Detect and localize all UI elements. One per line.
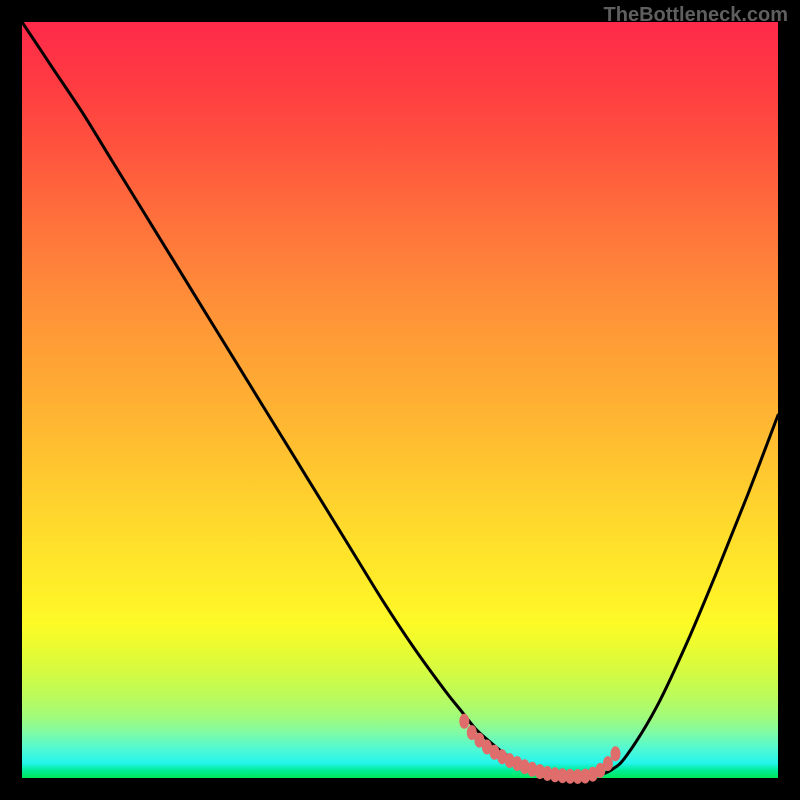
chart-svg (22, 22, 778, 778)
attribution-label: TheBottleneck.com (604, 4, 788, 27)
chart-frame: TheBottleneck.com (0, 0, 800, 800)
optimal-marker (459, 714, 469, 729)
optimal-marker (603, 756, 613, 771)
plot-area (22, 22, 778, 778)
bottleneck-curve (22, 22, 778, 777)
optimal-marker (611, 746, 621, 761)
optimal-range-markers (459, 714, 620, 784)
